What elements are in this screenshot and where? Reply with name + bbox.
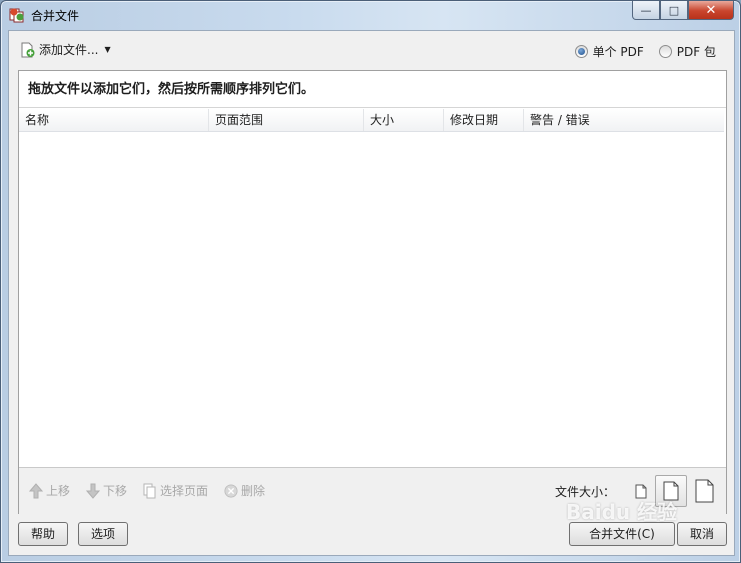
file-list-drop-area[interactable] bbox=[19, 132, 724, 466]
radio-single-pdf-label: 单个 PDF bbox=[592, 45, 644, 59]
chevron-down-icon: ▼ bbox=[104, 45, 111, 54]
delete-icon bbox=[224, 483, 238, 499]
radio-indicator-checked bbox=[574, 45, 588, 58]
move-down-label: 下移 bbox=[103, 484, 128, 498]
maximize-button[interactable]: □ bbox=[660, 1, 688, 20]
help-button[interactable]: 帮助 bbox=[18, 522, 68, 546]
pages-icon bbox=[143, 483, 157, 499]
options-button[interactable]: 选项 bbox=[78, 522, 128, 546]
radio-pdf-portfolio[interactable]: PDF 包 bbox=[658, 43, 716, 60]
delete-label: 删除 bbox=[241, 484, 266, 498]
radio-pdf-portfolio-label: PDF 包 bbox=[676, 45, 716, 59]
file-size-selector: 文件大小： bbox=[555, 475, 714, 507]
add-files-label: 添加文件... bbox=[39, 43, 99, 57]
move-up-label: 上移 bbox=[46, 484, 71, 498]
small-file-icon[interactable] bbox=[635, 484, 647, 499]
title-bar[interactable]: 合并文件 — □ ✕ bbox=[1, 1, 740, 29]
merge-app-icon bbox=[9, 7, 25, 23]
file-list-panel: 拖放文件以添加它们，然后按所需顺序排列它们。 名称 页面范围 大小 修改日期 警… bbox=[18, 70, 727, 514]
move-up-button[interactable]: 上移 bbox=[29, 482, 70, 499]
file-list-header: 名称 页面范围 大小 修改日期 警告 / 错误 bbox=[19, 109, 724, 132]
delete-button[interactable]: 删除 bbox=[224, 482, 265, 499]
medium-file-icon[interactable] bbox=[655, 475, 687, 507]
column-header-name[interactable]: 名称 bbox=[19, 109, 209, 131]
close-button[interactable]: ✕ bbox=[688, 1, 734, 20]
select-pages-button[interactable]: 选择页面 bbox=[143, 482, 208, 499]
window-title: 合并文件 bbox=[31, 9, 80, 23]
add-file-icon bbox=[20, 42, 36, 58]
arrow-up-icon bbox=[29, 482, 43, 499]
select-pages-label: 选择页面 bbox=[160, 484, 209, 498]
output-type-group: 单个 PDF PDF 包 bbox=[574, 43, 716, 60]
arrow-down-icon bbox=[86, 483, 101, 499]
move-down-button[interactable]: 下移 bbox=[86, 482, 127, 499]
minimize-button[interactable]: — bbox=[632, 1, 660, 20]
radio-indicator bbox=[658, 45, 672, 58]
merge-files-window: 合并文件 — □ ✕ 添加文件... ▼ 单个 PDF PDF 包 拖放文件以添… bbox=[0, 0, 741, 563]
radio-single-pdf[interactable]: 单个 PDF bbox=[574, 43, 644, 60]
list-actions-bar: 上移 下移 选择页面 删除 文件大小： bbox=[19, 467, 726, 514]
column-header-size[interactable]: 大小 bbox=[364, 109, 444, 131]
dialog-body: 添加文件... ▼ 单个 PDF PDF 包 拖放文件以添加它们，然后按所需顺序… bbox=[8, 30, 735, 556]
toolbar: 添加文件... ▼ 单个 PDF PDF 包 bbox=[9, 31, 734, 67]
file-size-label: 文件大小： bbox=[554, 484, 615, 499]
add-files-button[interactable]: 添加文件... ▼ bbox=[20, 41, 111, 58]
merge-files-button[interactable]: 合并文件(C) bbox=[569, 522, 675, 546]
large-file-icon[interactable] bbox=[695, 479, 714, 503]
drop-instruction: 拖放文件以添加它们，然后按所需顺序排列它们。 bbox=[19, 71, 726, 108]
cancel-button[interactable]: 取消 bbox=[677, 522, 727, 546]
column-header-warnings[interactable]: 警告 / 错误 bbox=[524, 109, 722, 131]
column-header-modified-date[interactable]: 修改日期 bbox=[444, 109, 524, 131]
column-header-page-range[interactable]: 页面范围 bbox=[209, 109, 364, 131]
window-controls: — □ ✕ bbox=[632, 1, 734, 21]
